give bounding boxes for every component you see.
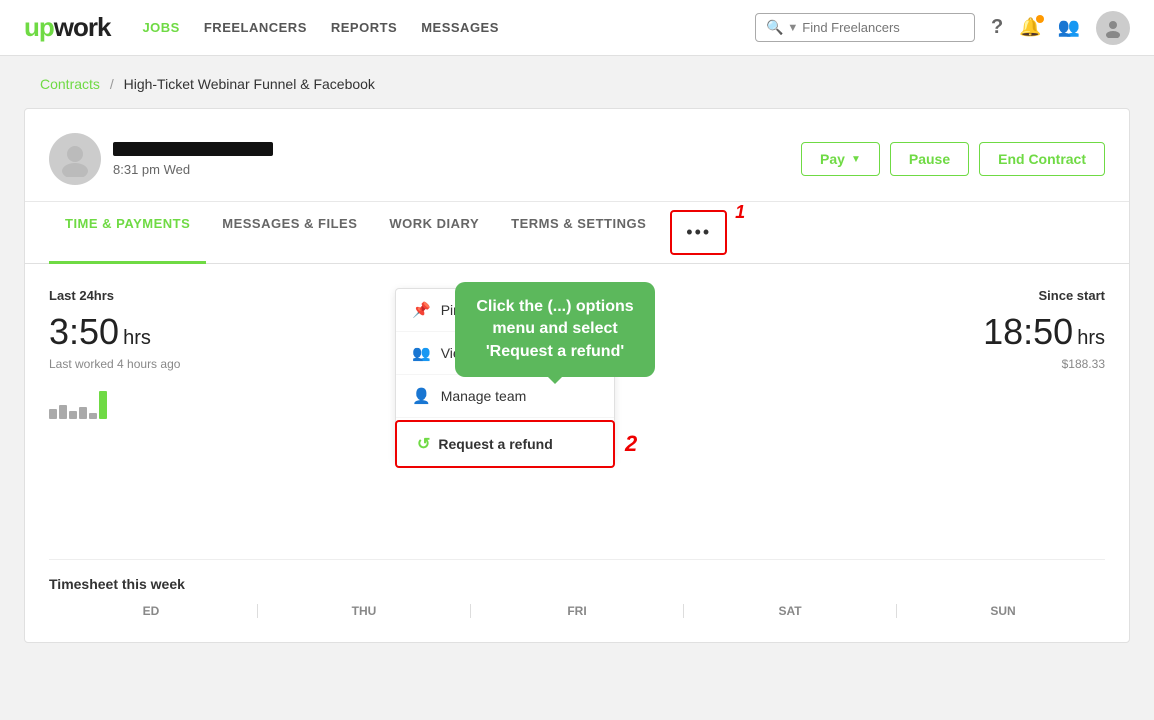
content-area: Last 24hrs 3:50 hrs Last worked 4 hours … [25,264,1129,642]
help-icon[interactable]: ? [991,16,1003,39]
tab-messages-files[interactable]: MESSAGES & FILES [206,202,373,264]
day-label-sun: SUN [901,604,1105,618]
pin-icon: 📌 [412,301,431,319]
notification-dot [1036,15,1044,23]
search-input[interactable] [802,20,962,35]
main-card: 8:31 pm Wed Pay ▼ Pause End Contract TIM… [24,108,1130,643]
tooltip-text: Click the (...) options menu and select … [476,298,633,360]
step-label-1: 1 [735,202,745,263]
dropdown-manage-team[interactable]: 👤 Manage team [396,375,614,418]
contractor-header: 8:31 pm Wed Pay ▼ Pause End Contract [25,109,1129,202]
timesheet-section: Timesheet this week ED THU FRI SAT [49,559,1105,618]
dropdown-manage-label: Manage team [441,388,527,404]
pause-button[interactable]: Pause [890,142,969,176]
stat-since-value: 18:50 [983,311,1073,353]
nav-reports[interactable]: REPORTS [331,20,397,35]
day-sun: SUN [901,604,1105,618]
search-icon: 🔍 [766,19,783,36]
pay-chevron-icon: ▼ [851,154,861,165]
day-thu: THU [262,604,466,618]
divider [896,604,897,618]
logo[interactable]: upwork [24,12,110,43]
divider [470,604,471,618]
stats-row: Last 24hrs 3:50 hrs Last worked 4 hours … [49,288,1105,419]
request-refund-button[interactable]: ↺ Request a refund [395,420,615,468]
main-nav: JOBS FREELANCERS REPORTS MESSAGES [142,20,754,35]
refund-icon: ↺ [417,434,430,454]
stat-since-label: Since start [577,288,1105,303]
chart-bar [69,411,77,419]
breadcrumb-separator: / [110,76,114,92]
nav-messages[interactable]: MESSAGES [421,20,499,35]
timesheet-title: Timesheet this week [49,576,1105,592]
step-label-2: 2 [625,431,637,457]
breadcrumb-bar: Contracts / High-Ticket Webinar Funnel &… [0,56,1154,108]
day-sat: SAT [688,604,892,618]
day-label-fri: FRI [475,604,679,618]
chart-bar-green [99,391,107,419]
timesheet-grid: ED THU FRI SAT SUN [49,604,1105,618]
profile-icon: 👥 [412,344,431,362]
tab-terms-settings[interactable]: TERMS & SETTINGS [495,202,662,264]
nav-jobs[interactable]: JOBS [142,20,179,35]
logo-text: upwork [24,12,110,43]
chart-bar [79,407,87,419]
three-dots-icon: ••• [686,222,711,243]
search-dropdown-arrow[interactable]: ▼ [787,22,798,34]
nav-freelancers[interactable]: FREELANCERS [204,20,307,35]
divider [257,604,258,618]
pay-button[interactable]: Pay ▼ [801,142,880,176]
contractor-time: 8:31 pm Wed [113,162,801,177]
header-right: 🔍 ▼ ? 🔔 👥 [755,11,1130,45]
refund-label: Request a refund [438,436,552,452]
breadcrumb: Contracts / High-Ticket Webinar Funnel &… [40,76,375,92]
stat-last24-value: 3:50 [49,311,119,353]
tooltip-bubble: Click the (...) options menu and select … [455,282,655,377]
day-label-thu: THU [262,604,466,618]
chart-bar [49,409,57,419]
tab-more-button[interactable]: ••• [670,210,727,255]
day-label-sat: SAT [688,604,892,618]
tab-time-payments[interactable]: TIME & PAYMENTS [49,202,206,264]
search-bar[interactable]: 🔍 ▼ [755,13,975,42]
contractor-info: 8:31 pm Wed [113,142,801,177]
tab-work-diary[interactable]: WORK DIARY [373,202,495,264]
contractor-avatar [49,133,101,185]
breadcrumb-contracts-link[interactable]: Contracts [40,76,100,92]
day-ed: ED [49,604,253,618]
header: upwork JOBS FREELANCERS REPORTS MESSAGES… [0,0,1154,56]
pay-label: Pay [820,151,845,167]
team-manage-icon: 👤 [412,387,431,405]
refund-button-wrap: ↺ Request a refund 2 [395,420,637,468]
day-label-ed: ED [49,604,253,618]
day-fri: FRI [475,604,679,618]
team-icon[interactable]: 👥 [1058,17,1080,38]
end-contract-button[interactable]: End Contract [979,142,1105,176]
chart-bar [89,413,97,419]
chart-bar [59,405,67,419]
divider [683,604,684,618]
breadcrumb-current-page: High-Ticket Webinar Funnel & Facebook [124,76,375,92]
contractor-name-redacted [113,142,273,156]
stat-since-sub: $188.33 [577,357,1105,371]
notification-icon[interactable]: 🔔 [1019,17,1041,38]
stat-since-unit: hrs [1077,327,1105,350]
stat-last24-unit: hrs [123,327,151,350]
stat-since-start: Since start 18:50 hrs $188.33 [577,288,1105,419]
tabs-bar: TIME & PAYMENTS MESSAGES & FILES WORK DI… [25,202,1129,264]
header-actions: Pay ▼ Pause End Contract [801,142,1105,176]
user-avatar[interactable] [1096,11,1130,45]
